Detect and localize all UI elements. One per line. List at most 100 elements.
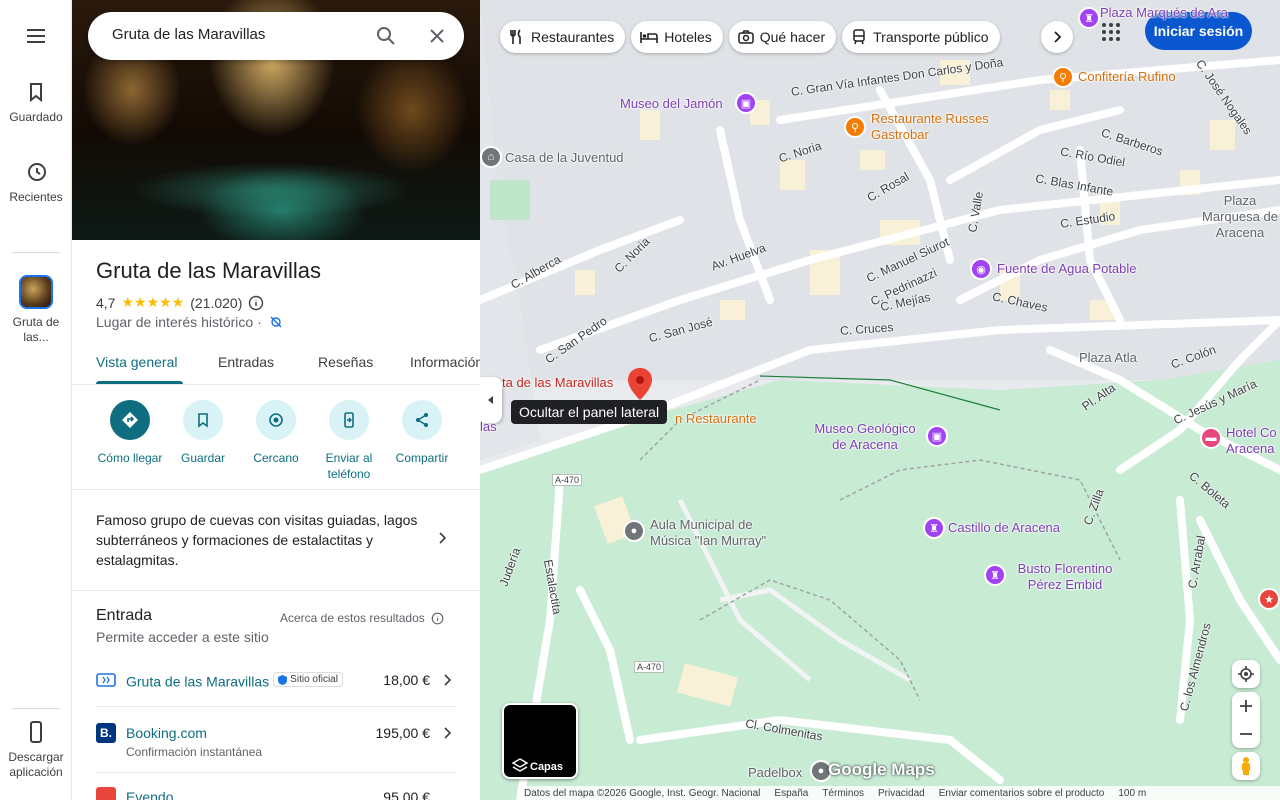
directions-label: Cómo llegar bbox=[97, 451, 163, 465]
chevron-right-icon[interactable] bbox=[434, 530, 450, 546]
map-poi-busto[interactable]: Busto Florentino Pérez Embid bbox=[1010, 561, 1120, 593]
official-site-badge: Sitio oficial bbox=[273, 672, 343, 687]
map-poi-castillo[interactable]: Castillo de Aracena bbox=[948, 520, 1060, 535]
chip-transit[interactable]: Transporte público bbox=[842, 21, 1000, 53]
map-poi-restaurante-russes[interactable]: Restaurante Russes Gastrobar bbox=[871, 111, 991, 143]
map-poi-museo-jamon[interactable]: Museo del Jamón bbox=[620, 96, 723, 111]
monument-marker-icon[interactable]: ♜ bbox=[1078, 7, 1100, 29]
app-root: Guardado Recientes Gruta de las... Desca… bbox=[0, 0, 1280, 800]
phone-icon bbox=[30, 721, 42, 743]
scale-label[interactable]: 100 m bbox=[1118, 788, 1146, 799]
place-category[interactable]: Lugar de interés histórico · bbox=[96, 314, 262, 330]
terms-link[interactable]: Términos bbox=[822, 788, 864, 799]
layers-button[interactable]: Capas bbox=[502, 703, 578, 779]
zoom-out-icon[interactable] bbox=[1239, 727, 1253, 741]
recent-place-button[interactable]: Gruta de las... bbox=[0, 275, 72, 345]
map-footer: Datos del mapa ©2026 Google, Inst. Geogr… bbox=[520, 786, 1280, 800]
recents-button[interactable]: Recientes bbox=[0, 160, 72, 205]
offer-subtitle: Confirmación instantánea bbox=[126, 745, 263, 759]
my-location-button[interactable] bbox=[1232, 660, 1260, 688]
collapse-panel-button[interactable] bbox=[480, 377, 502, 423]
ticket-offer[interactable]: Evendo 95,00 € bbox=[96, 787, 456, 800]
building-marker-icon[interactable]: ⌂ bbox=[480, 146, 502, 168]
info-icon[interactable] bbox=[248, 295, 264, 311]
apps-grid-icon[interactable] bbox=[1100, 21, 1122, 43]
map-poi-aula-musica[interactable]: Aula Municipal de Música "Ian Murray" bbox=[650, 517, 780, 549]
save-button[interactable]: Guardar bbox=[166, 400, 240, 466]
map-poi-restaurante[interactable]: n Restaurante bbox=[675, 411, 757, 426]
chip-transit-label: Transporte público bbox=[873, 29, 989, 45]
privacy-link[interactable]: Privacidad bbox=[878, 788, 925, 799]
place-description[interactable]: Famoso grupo de cuevas con visitas guiad… bbox=[96, 510, 436, 570]
saved-button[interactable]: Guardado bbox=[0, 80, 72, 125]
bookmark-icon bbox=[198, 413, 208, 428]
hotel-marker-icon[interactable]: ▬ bbox=[1200, 427, 1222, 449]
tab-reviews[interactable]: Reseñas bbox=[318, 354, 373, 370]
map-canvas[interactable]: Restaurantes Hoteles Qué hacer Transport… bbox=[480, 0, 1280, 800]
layers-icon bbox=[512, 758, 528, 772]
save-label: Guardar bbox=[180, 451, 226, 465]
directions-button[interactable]: Cómo llegar bbox=[93, 400, 167, 466]
chip-restaurants[interactable]: Restaurantes bbox=[500, 21, 626, 53]
museum-marker-icon[interactable]: ▣ bbox=[926, 425, 948, 447]
map-poi-gruta[interactable]: ta de las Maravillas bbox=[502, 375, 613, 390]
search-input[interactable] bbox=[112, 26, 362, 43]
street-view-button[interactable] bbox=[1232, 752, 1260, 780]
ticket-offer[interactable]: Gruta de las Maravillas Sitio oficial 18,… bbox=[96, 670, 456, 722]
pegman-icon bbox=[1242, 757, 1250, 775]
restaurant-marker-icon[interactable]: ⚲ bbox=[844, 116, 866, 138]
official-site-label: Sitio oficial bbox=[290, 674, 338, 685]
rail-divider-bottom bbox=[12, 708, 60, 709]
not-accessible-icon bbox=[270, 316, 282, 328]
my-location-icon bbox=[1238, 666, 1254, 682]
share-button[interactable]: Compartir bbox=[385, 400, 459, 466]
search-icon[interactable] bbox=[374, 24, 398, 48]
category-row: Lugar de interés histórico · bbox=[96, 314, 283, 330]
send-to-phone-button[interactable]: Enviar al teléfono bbox=[312, 400, 386, 482]
tab-info[interactable]: Información bbox=[410, 354, 480, 370]
map-poi-plaza-marquesa[interactable]: Plaza Marquesa de Aracena bbox=[1200, 193, 1280, 241]
hotel-marker-icon[interactable]: ★ bbox=[1258, 588, 1280, 610]
about-results[interactable]: Acerca de estos resultados bbox=[280, 611, 444, 625]
map-poi-hotel[interactable]: Hotel Co Aracena bbox=[1226, 425, 1280, 459]
menu-button[interactable] bbox=[0, 24, 72, 54]
monument-marker-icon[interactable]: ♜ bbox=[984, 564, 1006, 586]
map-poi-plaza-atla[interactable]: Plaza Atla bbox=[1079, 350, 1137, 365]
map-poi-plaza-marques[interactable]: Plaza Marqués de Ara bbox=[1100, 6, 1228, 20]
zoom-in-icon[interactable] bbox=[1239, 699, 1253, 713]
send-to-phone-label: Enviar al teléfono bbox=[325, 451, 373, 481]
tab-overview[interactable]: Vista general bbox=[96, 354, 177, 370]
review-count[interactable]: (21.020) bbox=[190, 295, 242, 311]
chip-restaurants-label: Restaurantes bbox=[531, 29, 615, 45]
recent-place-label: Gruta de las... bbox=[12, 315, 60, 344]
feedback-link[interactable]: Enviar comentarios sobre el producto bbox=[939, 788, 1105, 799]
chip-things-to-do[interactable]: Qué hacer bbox=[728, 21, 837, 53]
map-poi-fuente[interactable]: Fuente de Agua Potable bbox=[997, 261, 1137, 276]
section-divider bbox=[72, 489, 480, 490]
ticket-offer[interactable]: B. Booking.com Confirmación instantánea … bbox=[96, 723, 456, 775]
map-poi-casa-juventud[interactable]: Casa de la Juventud bbox=[505, 150, 624, 165]
museum-marker-icon[interactable]: ▣ bbox=[735, 92, 757, 114]
place-title: Gruta de las Maravillas bbox=[96, 258, 321, 283]
directions-icon bbox=[122, 412, 138, 428]
photo-marker-icon[interactable]: ◉ bbox=[970, 258, 992, 280]
download-app-button[interactable]: Descargar aplicación bbox=[0, 720, 72, 780]
chip-hotels[interactable]: Hoteles bbox=[631, 21, 723, 53]
tab-tickets[interactable]: Entradas bbox=[218, 354, 274, 370]
verified-shield-icon bbox=[278, 674, 288, 685]
map-poi-museo-geologico[interactable]: Museo Geológico de Aracena bbox=[810, 421, 920, 453]
map-poi-padelbox[interactable]: Padelbox bbox=[748, 765, 802, 780]
offer-provider: Gruta de las Maravillas Sitio oficial bbox=[126, 672, 343, 690]
place-marker-icon[interactable]: ● bbox=[623, 520, 645, 542]
map-poi-confiteria[interactable]: Confitería Rufino bbox=[1078, 69, 1176, 84]
nearby-icon bbox=[269, 413, 283, 427]
region-link[interactable]: España bbox=[774, 788, 808, 799]
nearby-button[interactable]: Cercano bbox=[239, 400, 313, 466]
chips-next-button[interactable] bbox=[1041, 21, 1073, 53]
map-poi-las[interactable]: las bbox=[480, 419, 497, 434]
search-box bbox=[88, 12, 464, 60]
place-tabs: Vista general Entradas Reseñas Informaci… bbox=[72, 340, 480, 385]
restaurant-marker-icon[interactable]: ⚲ bbox=[1052, 66, 1074, 88]
castle-marker-icon[interactable]: ♜ bbox=[923, 517, 945, 539]
close-icon[interactable] bbox=[425, 24, 449, 48]
